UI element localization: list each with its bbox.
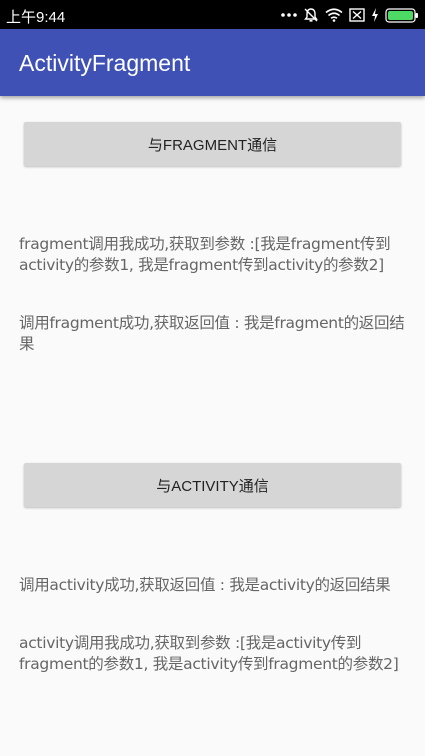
fragment-communicate-button[interactable]: 与FRAGMENT通信 (24, 122, 401, 166)
call-fragment-return-text: 调用fragment成功,获取返回值 : 我是fragment的返回结果 (19, 314, 405, 353)
activity-communicate-button[interactable]: 与ACTIVITY通信 (24, 463, 401, 507)
status-bar: 上午9:44 (0, 0, 425, 29)
more-dots-icon (281, 12, 297, 18)
app-bar: ActivityFragment (0, 29, 425, 96)
fragment-call-result-text: fragment调用我成功,获取到参数 :[我是fragment传到activi… (19, 235, 391, 274)
wifi-icon (325, 8, 343, 22)
status-time: 上午9:44 (6, 9, 66, 26)
notification-off-icon (303, 7, 319, 23)
charging-icon (371, 8, 379, 22)
battery-icon (385, 7, 419, 23)
call-activity-return-text: 调用activity成功,获取返回值 : 我是activity的返回结果 (19, 576, 391, 594)
sim-off-icon (349, 8, 365, 22)
status-icons (281, 5, 419, 25)
activity-call-result-text: activity调用我成功,获取到参数 :[我是activity传到fragme… (19, 634, 399, 673)
app-title: ActivityFragment (19, 50, 191, 76)
